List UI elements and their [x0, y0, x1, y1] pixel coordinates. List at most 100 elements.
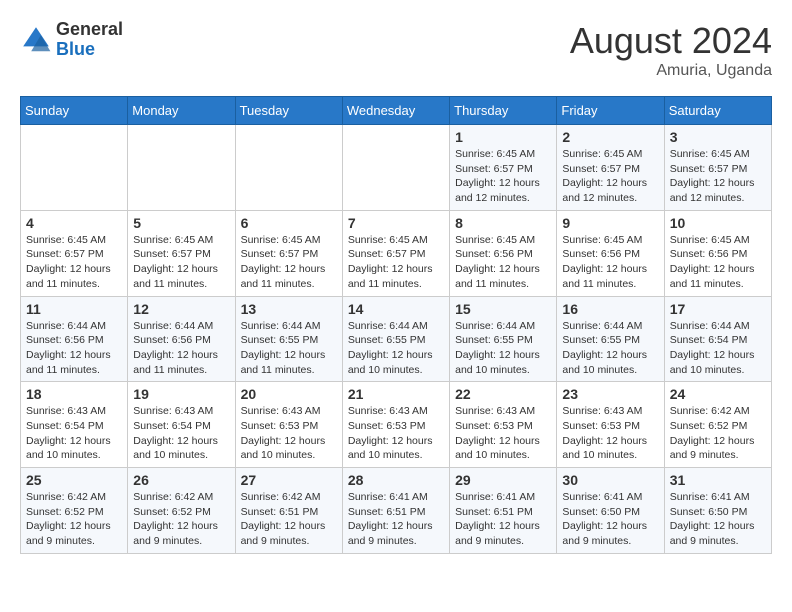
day-number: 29	[455, 472, 551, 488]
calendar-cell: 22 Sunrise: 6:43 AM Sunset: 6:53 PM Dayli…	[450, 382, 557, 468]
day-number: 16	[562, 301, 658, 317]
day-info: Sunrise: 6:44 AM Sunset: 6:56 PM Dayligh…	[26, 319, 122, 378]
day-number: 4	[26, 215, 122, 231]
day-number: 9	[562, 215, 658, 231]
logo-icon	[20, 24, 52, 56]
day-info: Sunrise: 6:45 AM Sunset: 6:56 PM Dayligh…	[670, 233, 766, 292]
calendar-cell: 8 Sunrise: 6:45 AM Sunset: 6:56 PM Daylig…	[450, 210, 557, 296]
day-info: Sunrise: 6:42 AM Sunset: 6:51 PM Dayligh…	[241, 490, 337, 549]
day-info: Sunrise: 6:45 AM Sunset: 6:56 PM Dayligh…	[455, 233, 551, 292]
day-info: Sunrise: 6:43 AM Sunset: 6:53 PM Dayligh…	[348, 404, 444, 463]
day-info: Sunrise: 6:45 AM Sunset: 6:57 PM Dayligh…	[562, 147, 658, 206]
day-info: Sunrise: 6:44 AM Sunset: 6:56 PM Dayligh…	[133, 319, 229, 378]
day-number: 10	[670, 215, 766, 231]
calendar-cell	[235, 125, 342, 211]
calendar-cell	[342, 125, 449, 211]
calendar-cell: 28Sunrise: 6:41 AM Sunset: 6:51 PM Dayli…	[342, 468, 449, 554]
day-info: Sunrise: 6:45 AM Sunset: 6:57 PM Dayligh…	[26, 233, 122, 292]
calendar-cell: 21Sunrise: 6:43 AM Sunset: 6:53 PM Dayli…	[342, 382, 449, 468]
calendar-cell: 12 Sunrise: 6:44 AM Sunset: 6:56 PM Dayli…	[128, 296, 235, 382]
calendar-cell: 13 Sunrise: 6:44 AM Sunset: 6:55 PM Dayli…	[235, 296, 342, 382]
calendar-cell: 5 Sunrise: 6:45 AM Sunset: 6:57 PM Daylig…	[128, 210, 235, 296]
day-info: Sunrise: 6:44 AM Sunset: 6:55 PM Dayligh…	[562, 319, 658, 378]
day-of-week-header: Sunday	[21, 97, 128, 125]
day-of-week-header: Thursday	[450, 97, 557, 125]
calendar-week-row: 25Sunrise: 6:42 AM Sunset: 6:52 PM Dayli…	[21, 468, 772, 554]
day-number: 22	[455, 386, 551, 402]
day-number: 14	[348, 301, 444, 317]
title-area: August 2024 Amuria, Uganda	[570, 20, 772, 80]
day-info: Sunrise: 6:41 AM Sunset: 6:50 PM Dayligh…	[562, 490, 658, 549]
day-info: Sunrise: 6:43 AM Sunset: 6:54 PM Dayligh…	[133, 404, 229, 463]
day-info: Sunrise: 6:41 AM Sunset: 6:51 PM Dayligh…	[348, 490, 444, 549]
day-info: Sunrise: 6:41 AM Sunset: 6:51 PM Dayligh…	[455, 490, 551, 549]
day-number: 12	[133, 301, 229, 317]
day-number: 30	[562, 472, 658, 488]
day-number: 7	[348, 215, 444, 231]
calendar-cell: 2 Sunrise: 6:45 AM Sunset: 6:57 PM Daylig…	[557, 125, 664, 211]
calendar-cell: 4 Sunrise: 6:45 AM Sunset: 6:57 PM Daylig…	[21, 210, 128, 296]
day-number: 18	[26, 386, 122, 402]
day-number: 17	[670, 301, 766, 317]
calendar-header-row: SundayMondayTuesdayWednesdayThursdayFrid…	[21, 97, 772, 125]
day-info: Sunrise: 6:45 AM Sunset: 6:57 PM Dayligh…	[133, 233, 229, 292]
calendar-week-row: 1 Sunrise: 6:45 AM Sunset: 6:57 PM Daylig…	[21, 125, 772, 211]
day-number: 15	[455, 301, 551, 317]
day-number: 8	[455, 215, 551, 231]
day-number: 31	[670, 472, 766, 488]
day-of-week-header: Wednesday	[342, 97, 449, 125]
day-info: Sunrise: 6:44 AM Sunset: 6:55 PM Dayligh…	[241, 319, 337, 378]
calendar-cell: 20 Sunrise: 6:43 AM Sunset: 6:53 PM Dayli…	[235, 382, 342, 468]
day-number: 27	[241, 472, 337, 488]
day-info: Sunrise: 6:42 AM Sunset: 6:52 PM Dayligh…	[26, 490, 122, 549]
calendar-cell: 26 Sunrise: 6:42 AM Sunset: 6:52 PM Dayli…	[128, 468, 235, 554]
day-info: Sunrise: 6:42 AM Sunset: 6:52 PM Dayligh…	[670, 404, 766, 463]
calendar-cell: 9 Sunrise: 6:45 AM Sunset: 6:56 PM Daylig…	[557, 210, 664, 296]
day-number: 2	[562, 129, 658, 145]
day-info: Sunrise: 6:43 AM Sunset: 6:53 PM Dayligh…	[241, 404, 337, 463]
day-number: 19	[133, 386, 229, 402]
calendar-cell: 25Sunrise: 6:42 AM Sunset: 6:52 PM Dayli…	[21, 468, 128, 554]
day-info: Sunrise: 6:42 AM Sunset: 6:52 PM Dayligh…	[133, 490, 229, 549]
calendar-cell: 23 Sunrise: 6:43 AM Sunset: 6:53 PM Dayli…	[557, 382, 664, 468]
calendar-cell: 30 Sunrise: 6:41 AM Sunset: 6:50 PM Dayli…	[557, 468, 664, 554]
day-number: 26	[133, 472, 229, 488]
calendar-cell: 18 Sunrise: 6:43 AM Sunset: 6:54 PM Dayli…	[21, 382, 128, 468]
day-info: Sunrise: 6:41 AM Sunset: 6:50 PM Dayligh…	[670, 490, 766, 549]
calendar-week-row: 11 Sunrise: 6:44 AM Sunset: 6:56 PM Dayli…	[21, 296, 772, 382]
day-info: Sunrise: 6:45 AM Sunset: 6:57 PM Dayligh…	[348, 233, 444, 292]
day-info: Sunrise: 6:44 AM Sunset: 6:55 PM Dayligh…	[348, 319, 444, 378]
day-info: Sunrise: 6:45 AM Sunset: 6:57 PM Dayligh…	[455, 147, 551, 206]
day-of-week-header: Saturday	[664, 97, 771, 125]
calendar-week-row: 4 Sunrise: 6:45 AM Sunset: 6:57 PM Daylig…	[21, 210, 772, 296]
month-year: August 2024	[570, 20, 772, 62]
day-number: 13	[241, 301, 337, 317]
day-number: 5	[133, 215, 229, 231]
calendar-cell: 29 Sunrise: 6:41 AM Sunset: 6:51 PM Dayli…	[450, 468, 557, 554]
day-number: 11	[26, 301, 122, 317]
calendar-cell: 14 Sunrise: 6:44 AM Sunset: 6:55 PM Dayli…	[342, 296, 449, 382]
calendar: SundayMondayTuesdayWednesdayThursdayFrid…	[20, 96, 772, 554]
calendar-cell: 7 Sunrise: 6:45 AM Sunset: 6:57 PM Daylig…	[342, 210, 449, 296]
header: General Blue August 2024 Amuria, Uganda	[20, 20, 772, 80]
day-number: 23	[562, 386, 658, 402]
day-info: Sunrise: 6:45 AM Sunset: 6:56 PM Dayligh…	[562, 233, 658, 292]
day-of-week-header: Friday	[557, 97, 664, 125]
day-info: Sunrise: 6:43 AM Sunset: 6:53 PM Dayligh…	[562, 404, 658, 463]
logo-text: General Blue	[56, 20, 123, 60]
day-info: Sunrise: 6:44 AM Sunset: 6:54 PM Dayligh…	[670, 319, 766, 378]
calendar-cell: 17 Sunrise: 6:44 AM Sunset: 6:54 PM Dayli…	[664, 296, 771, 382]
calendar-cell: 3 Sunrise: 6:45 AM Sunset: 6:57 PM Daylig…	[664, 125, 771, 211]
day-number: 1	[455, 129, 551, 145]
calendar-cell: 27 Sunrise: 6:42 AM Sunset: 6:51 PM Dayli…	[235, 468, 342, 554]
calendar-cell	[21, 125, 128, 211]
day-info: Sunrise: 6:43 AM Sunset: 6:53 PM Dayligh…	[455, 404, 551, 463]
day-info: Sunrise: 6:45 AM Sunset: 6:57 PM Dayligh…	[670, 147, 766, 206]
day-info: Sunrise: 6:43 AM Sunset: 6:54 PM Dayligh…	[26, 404, 122, 463]
calendar-cell: 19 Sunrise: 6:43 AM Sunset: 6:54 PM Dayli…	[128, 382, 235, 468]
calendar-cell: 15Sunrise: 6:44 AM Sunset: 6:55 PM Dayli…	[450, 296, 557, 382]
day-number: 3	[670, 129, 766, 145]
day-number: 20	[241, 386, 337, 402]
day-info: Sunrise: 6:45 AM Sunset: 6:57 PM Dayligh…	[241, 233, 337, 292]
day-of-week-header: Tuesday	[235, 97, 342, 125]
